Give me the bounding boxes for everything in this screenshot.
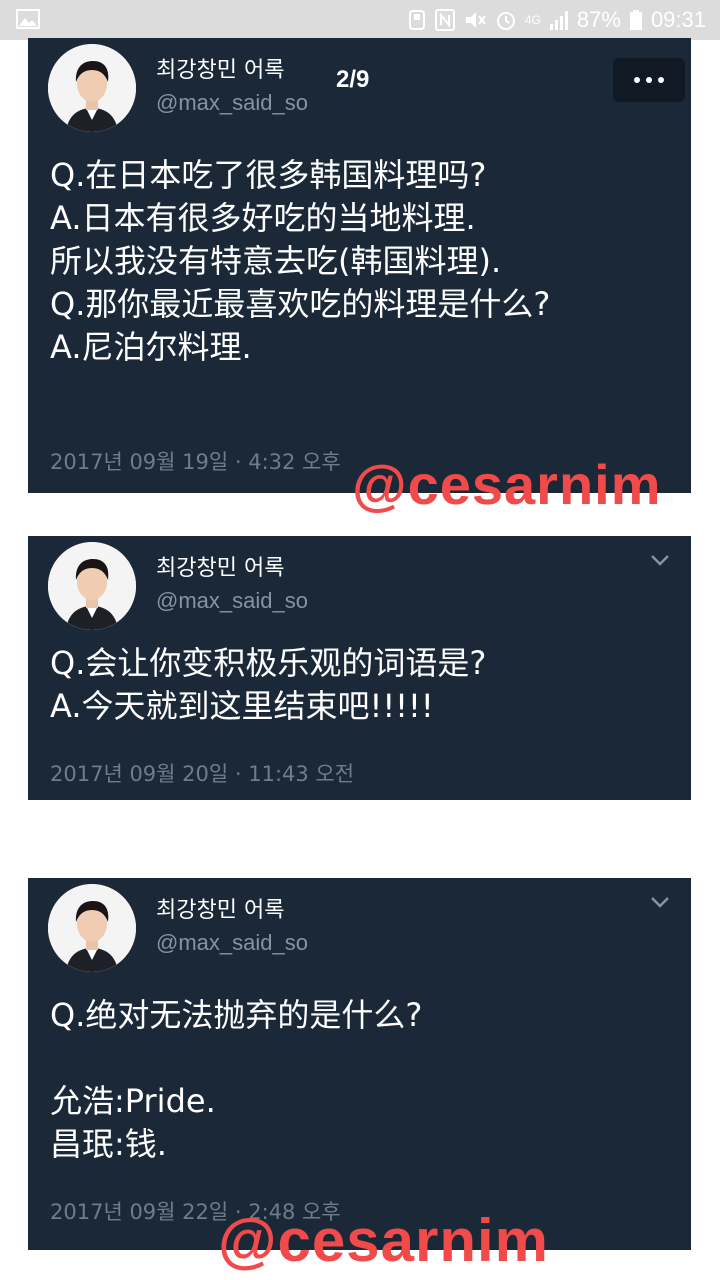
status-bar: 4G 87% 09:31 xyxy=(0,0,720,40)
network-type: 4G xyxy=(524,13,541,27)
alarm-icon xyxy=(496,12,515,30)
battery-icon xyxy=(629,10,642,30)
tweet-line: Q.在日本吃了很多韩国料理吗? xyxy=(50,156,487,194)
chevron-down-icon[interactable] xyxy=(649,894,671,910)
tweet-line: A.日本有很多好吃的当地料理. xyxy=(50,199,476,237)
user-handle: @max_said_so xyxy=(156,90,308,115)
tweet-body: Q.会让你变积极乐观的词语是? A.今天就到这里结束吧!!!!! xyxy=(50,642,679,728)
watermark: @cesarnim xyxy=(352,453,662,516)
display-name: 최강창민 어록 xyxy=(156,898,285,923)
user-handle: @max_said_so xyxy=(156,930,308,955)
tweet-timestamp: 2017년 09월 19일 · 4:32 오후 xyxy=(50,450,341,474)
avatar[interactable] xyxy=(48,542,136,630)
tweet-line: A.今天就到这里结束吧!!!!! xyxy=(50,687,434,725)
nfc-icon xyxy=(408,10,425,30)
profile-photo xyxy=(48,44,136,132)
display-name: 최강창민 어록 xyxy=(156,58,285,83)
tweet-line: Q.那你最近最喜欢吃的料理是什么? xyxy=(50,285,551,323)
tweet-timestamp: 2017년 09월 20일 · 11:43 오전 xyxy=(50,762,355,786)
tweet-body: Q.在日本吃了很多韩国料理吗? A.日本有很多好吃的当地料理. 所以我没有特意去… xyxy=(50,154,679,369)
clock: 09:31 xyxy=(650,7,706,32)
profile-photo xyxy=(48,542,136,630)
mute-icon xyxy=(465,12,486,28)
page-counter: 2/9 xyxy=(336,66,370,93)
avatar[interactable] xyxy=(48,44,136,132)
tweet-card: 최강창민 어록 @max_said_so Q.在日本吃了很多韩国料理吗? A.日… xyxy=(28,38,691,493)
battery-percent: 87% xyxy=(576,7,621,32)
more-options-button[interactable] xyxy=(613,58,685,102)
tweet-card: 최강창민 어록 @max_said_so Q.会让你变积极乐观的词语是? A.今… xyxy=(28,536,691,800)
tweet-line: Q.绝对无法抛弃的是什么? xyxy=(50,996,423,1034)
display-name: 최강창민 어록 xyxy=(156,556,285,581)
signal-icon xyxy=(549,11,568,30)
tweet-card: 최강창민 어록 @max_said_so Q.绝对无法抛弃的是什么? 允浩:Pr… xyxy=(28,878,691,1250)
tweet-line: 所以我没有特意去吃(韩国料理). xyxy=(50,242,502,280)
watermark: @cesarnim xyxy=(218,1207,550,1274)
profile-photo xyxy=(48,884,136,972)
more-dots-icon xyxy=(634,77,664,83)
status-icons: 4G 87% 09:31 xyxy=(407,6,706,34)
tweet-line: Q.会让你变积极乐观的词语是? xyxy=(50,644,487,682)
avatar[interactable] xyxy=(48,884,136,972)
chevron-down-icon[interactable] xyxy=(649,552,671,568)
tweet-line: 允浩:Pride. xyxy=(50,1082,216,1120)
tweet-body: Q.绝对无法抛弃的是什么? 允浩:Pride. 昌珉:钱. xyxy=(50,994,679,1166)
tweet-line: A.尼泊尔料理. xyxy=(50,328,252,366)
tweet-line: 昌珉:钱. xyxy=(50,1125,167,1163)
user-handle: @max_said_so xyxy=(156,588,308,613)
gallery-icon xyxy=(16,9,40,29)
nfc-n-icon xyxy=(434,9,455,31)
